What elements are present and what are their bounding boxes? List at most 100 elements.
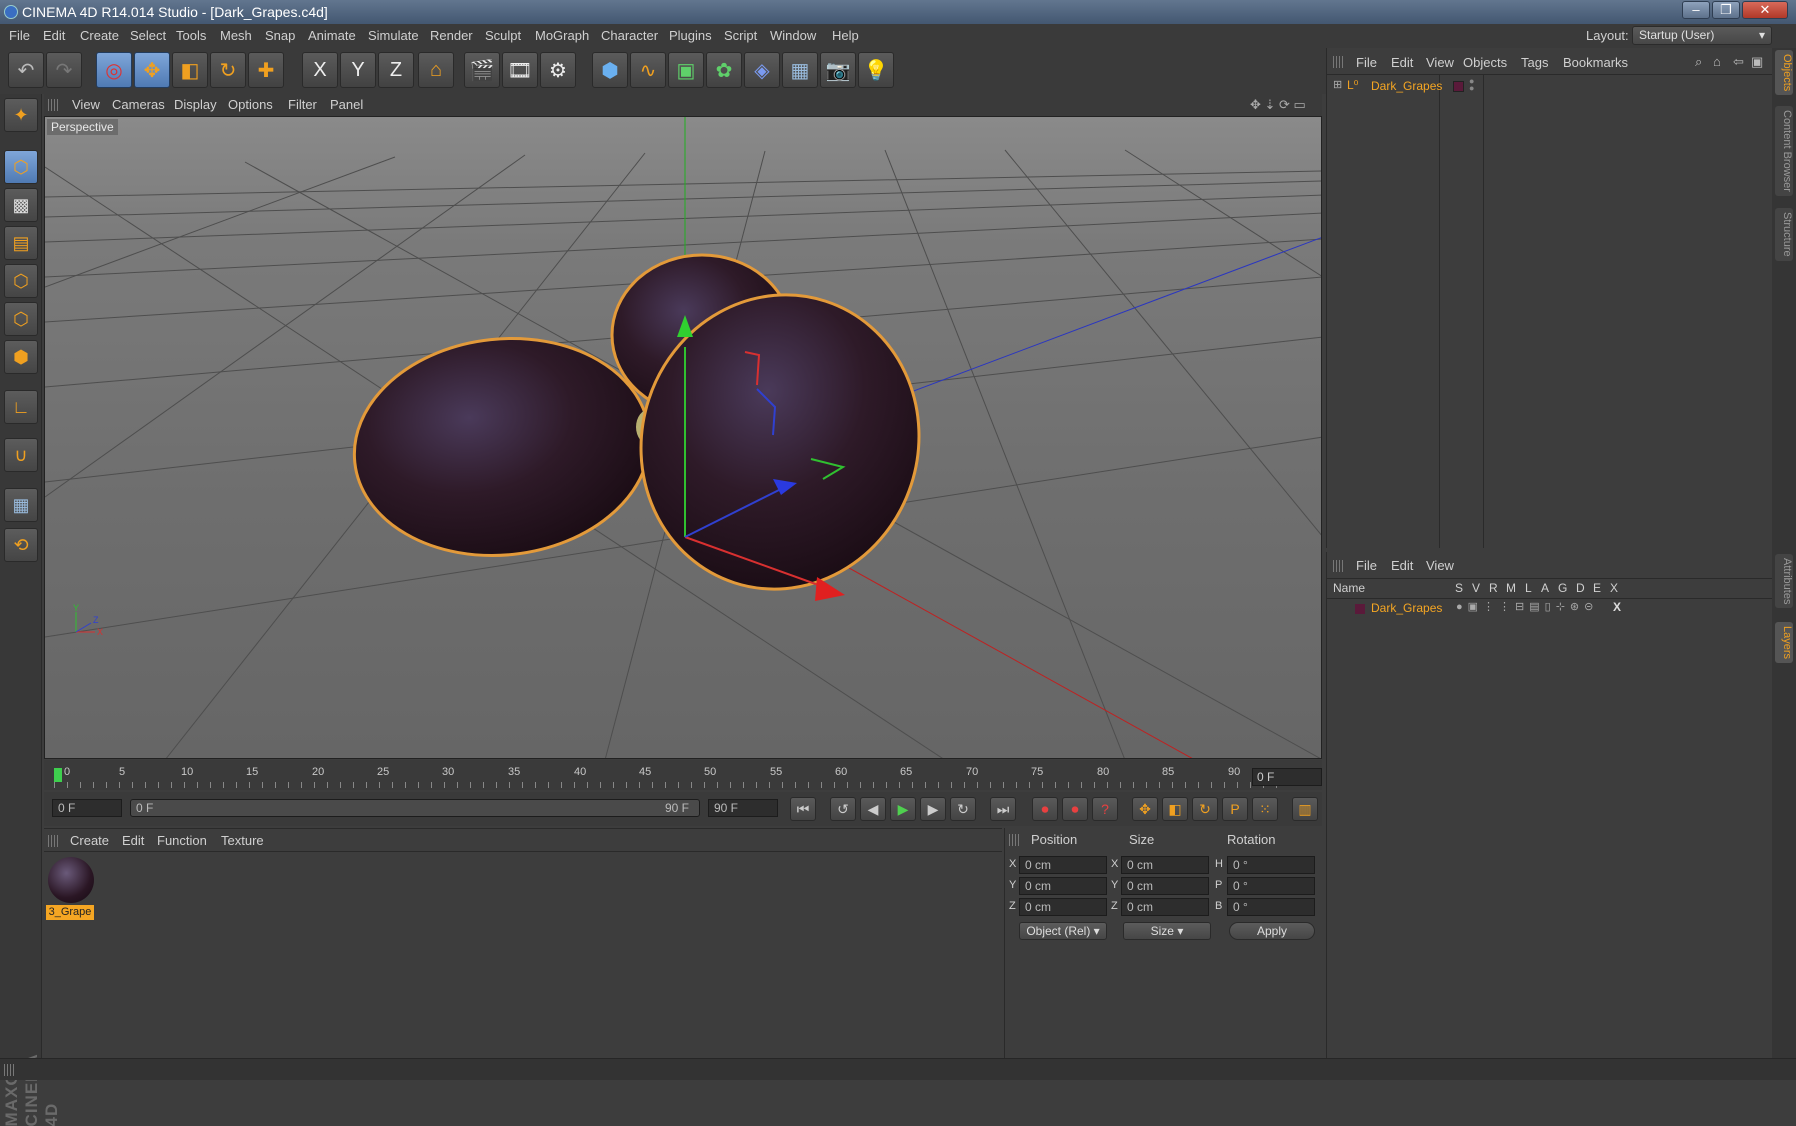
axis-mode-icon[interactable]: ∟ [4,390,38,424]
panel-grip-icon[interactable] [1009,834,1021,846]
deformer-icon[interactable]: ◈ [744,52,780,88]
start-frame-field[interactable]: 0 F [52,799,122,817]
coordinate-mode-select[interactable]: Object (Rel) ▾ [1019,922,1107,940]
tab-structure[interactable]: Structure [1775,208,1793,261]
next-key-icon[interactable]: ↻ [950,797,976,821]
tab-layers[interactable]: Layers [1775,622,1793,664]
object-row[interactable]: ⊞ L⁰ Dark_Grapes ● ● [1331,77,1771,96]
select-icon[interactable]: ◎ [96,52,132,88]
menu-file[interactable]: File [9,28,30,43]
add-icon[interactable]: ✚ [248,52,284,88]
menu-animate[interactable]: Animate [308,28,356,43]
viewport-menu-view[interactable]: View [72,97,100,112]
menu-simulate[interactable]: Simulate [368,28,419,43]
viewport-menu-options[interactable]: Options [228,97,273,112]
size-x-field[interactable]: 0 cm [1121,856,1209,874]
viewport-menu-filter[interactable]: Filter [288,97,317,112]
rot-p-field[interactable]: 0 ° [1227,877,1315,895]
snap-magnet-icon[interactable]: ∪ [4,438,38,472]
menu-create[interactable]: Create [80,28,119,43]
menu-script[interactable]: Script [724,28,757,43]
previous-frame-icon[interactable]: ◀ [860,797,886,821]
previous-key-icon[interactable]: ↺ [830,797,856,821]
object-mode-icon[interactable]: ⬡ [4,150,38,184]
key-position-icon[interactable]: ✥ [1132,797,1158,821]
expand-icon[interactable]: ⊞ [1333,78,1342,91]
menu-tools[interactable]: Tools [176,28,206,43]
objects-menu-tags[interactable]: Tags [1521,55,1548,70]
menu-snap[interactable]: Snap [265,28,295,43]
menu-plugins[interactable]: Plugins [669,28,712,43]
go-to-start-icon[interactable]: ⏮ [790,797,816,821]
render-picture-queue-icon[interactable]: 🎞 [502,52,538,88]
play-icon[interactable]: ▶ [890,797,916,821]
layer-col-solo[interactable]: S [1455,581,1463,595]
next-frame-icon[interactable]: ▶ [920,797,946,821]
layers-menu-file[interactable]: File [1356,558,1377,573]
gizmo-x-arrow[interactable] [815,577,845,601]
move-icon[interactable]: ✥ [134,52,170,88]
panel-grip-icon[interactable] [48,99,60,111]
key-rotation-icon[interactable]: ↻ [1192,797,1218,821]
menu-mesh[interactable]: Mesh [220,28,252,43]
layer-color-swatch[interactable] [1453,81,1464,92]
layers-menu-view[interactable]: View [1426,558,1454,573]
minimize-button[interactable]: – [1682,1,1710,19]
model-mode-icon[interactable]: ✦ [4,98,38,132]
workplane-lock-icon[interactable]: ▦ [4,488,38,522]
grape-left[interactable] [344,324,661,570]
viewport-menu-display[interactable]: Display [174,97,217,112]
keyframe-selection-icon[interactable]: ? [1092,797,1118,821]
search-icon[interactable]: ⌕ [1695,54,1702,70]
material-menu-texture[interactable]: Texture [221,833,264,848]
visibility-dots-icon[interactable]: ● ● [1469,77,1474,93]
panel-grip-icon[interactable] [4,1064,16,1076]
autokey-icon[interactable]: ⏺ [1062,797,1088,821]
coord-system-icon[interactable]: ⌂ [418,52,454,88]
layer-xref-flag[interactable]: X [1613,600,1621,614]
playhead[interactable] [54,768,62,782]
viewport-perspective[interactable]: Y X Z Perspective [44,116,1322,759]
layer-col-render[interactable]: R [1489,581,1498,595]
objects-menu-view[interactable]: View [1426,55,1454,70]
menu-mograph[interactable]: MoGraph [535,28,589,43]
points-mode-icon[interactable]: ⬡ [4,264,38,298]
viewport-navigate-icon[interactable]: ✥ ⇣ ⟳ ▭ [1250,97,1306,113]
back-icon[interactable]: ⇦ [1733,54,1744,70]
render-settings-icon[interactable]: ⚙ [540,52,576,88]
objects-menu-bookmarks[interactable]: Bookmarks [1563,55,1628,70]
workplane-icon[interactable]: ▤ [4,226,38,260]
maximize-button[interactable]: ❐ [1712,1,1740,19]
layout-select[interactable]: Startup (User) ▾ [1632,26,1772,45]
light-icon[interactable]: 💡 [858,52,894,88]
menu-help[interactable]: Help [832,28,859,43]
layer-col-expressions[interactable]: E [1593,581,1601,595]
layer-col-xref[interactable]: X [1610,581,1618,595]
scale-icon[interactable]: ◧ [172,52,208,88]
layer-color-swatch[interactable] [1355,604,1365,614]
key-scale-icon[interactable]: ◧ [1162,797,1188,821]
menu-sculpt[interactable]: Sculpt [485,28,521,43]
layer-flags-icons[interactable]: ●▣⋮⋮⊟▤▯⊹⊛⊝ [1456,600,1598,613]
range-slider[interactable]: 0 F 90 F [130,799,700,817]
layer-col-manager[interactable]: M [1506,581,1516,595]
texture-mode-icon[interactable]: ▩ [4,188,38,222]
spline-icon[interactable]: ∿ [630,52,666,88]
menu-character[interactable]: Character [601,28,658,43]
menu-render[interactable]: Render [430,28,473,43]
layer-col-generators[interactable]: G [1558,581,1567,595]
edges-mode-icon[interactable]: ⬡ [4,302,38,336]
menu-window[interactable]: Window [770,28,816,43]
rot-h-field[interactable]: 0 ° [1227,856,1315,874]
new-window-icon[interactable]: ▣ [1751,54,1763,70]
go-to-end-icon[interactable]: ⏭ [990,797,1016,821]
key-pla-icon[interactable]: ⁙ [1252,797,1278,821]
size-mode-select[interactable]: Size ▾ [1123,922,1211,940]
layer-row[interactable]: Dark_Grapes ●▣⋮⋮⊟▤▯⊹⊛⊝ X [1331,600,1771,618]
tab-objects[interactable]: Objects [1775,50,1793,96]
rot-b-field[interactable]: 0 ° [1227,898,1315,916]
lock-z-icon[interactable]: Z [378,52,414,88]
pos-x-field[interactable]: 0 cm [1019,856,1107,874]
tab-attributes[interactable]: Attributes [1775,554,1793,609]
objects-menu-file[interactable]: File [1356,55,1377,70]
